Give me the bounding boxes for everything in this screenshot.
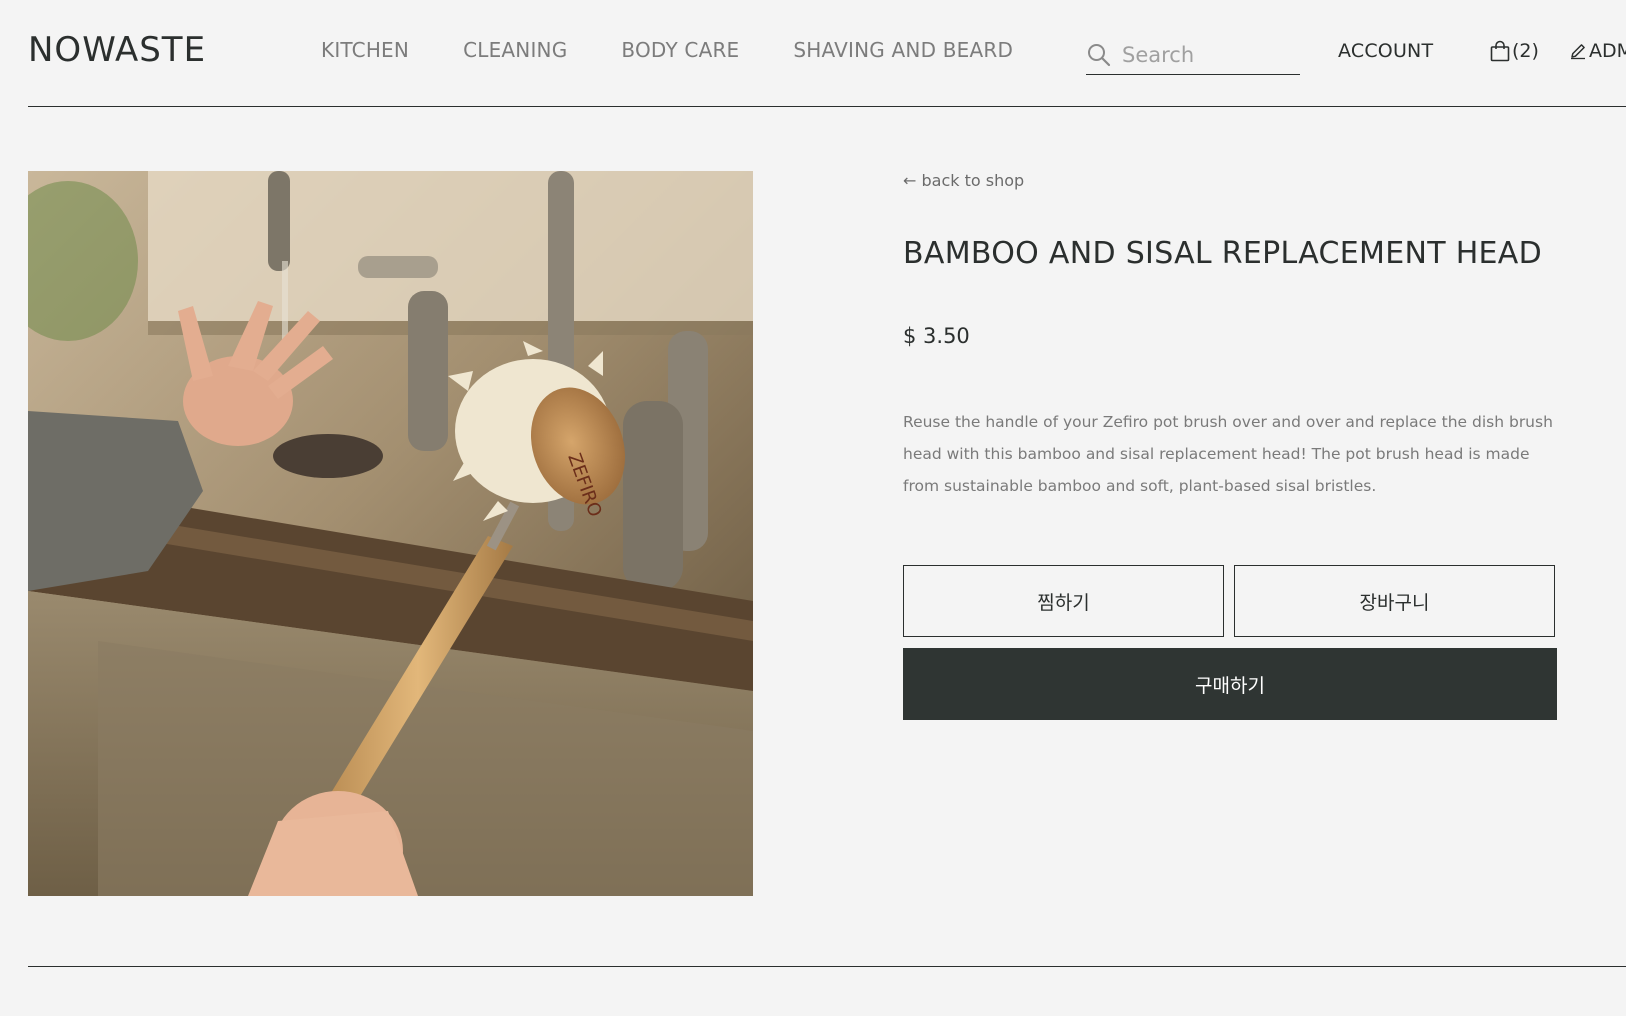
shopping-bag-icon [1490, 40, 1510, 62]
back-to-shop-link[interactable]: ← back to shop [903, 171, 1024, 190]
account-link[interactable]: ACCOUNT [1338, 40, 1433, 62]
product-description: Reuse the handle of your Zefiro pot brus… [903, 413, 1553, 495]
admin-label: ADMIN [1589, 40, 1626, 62]
product-image: ZEFIRO [28, 171, 753, 896]
site-header: NOWASTE KITCHEN CLEANING BODY CARE SHAVI… [28, 0, 1626, 107]
nav-item-shaving-and-beard[interactable]: SHAVING AND BEARD [793, 38, 1013, 62]
admin-link[interactable]: ADMIN [1569, 40, 1626, 62]
pencil-icon [1569, 42, 1587, 60]
site-logo[interactable]: NOWASTE [28, 30, 206, 70]
nav-item-body-care[interactable]: BODY CARE [621, 38, 739, 62]
cart-link[interactable]: (2) [1490, 40, 1539, 62]
buy-now-button[interactable]: 구매하기 [903, 648, 1557, 720]
product-title: BAMBOO AND SISAL REPLACEMENT HEAD [903, 236, 1543, 271]
search-input[interactable] [1122, 43, 1292, 67]
search-icon[interactable] [1086, 42, 1112, 68]
search-box [1086, 36, 1300, 75]
nav-item-cleaning[interactable]: CLEANING [463, 38, 567, 62]
add-to-cart-button[interactable]: 장바구니 [1234, 565, 1555, 637]
main-nav: KITCHEN CLEANING BODY CARE SHAVING AND B… [321, 38, 1067, 62]
cart-count: (2) [1512, 40, 1539, 62]
footer-divider [28, 966, 1626, 967]
wishlist-button[interactable]: 찜하기 [903, 565, 1224, 637]
nav-item-kitchen[interactable]: KITCHEN [321, 38, 409, 62]
product-price: $ 3.50 [903, 324, 970, 348]
